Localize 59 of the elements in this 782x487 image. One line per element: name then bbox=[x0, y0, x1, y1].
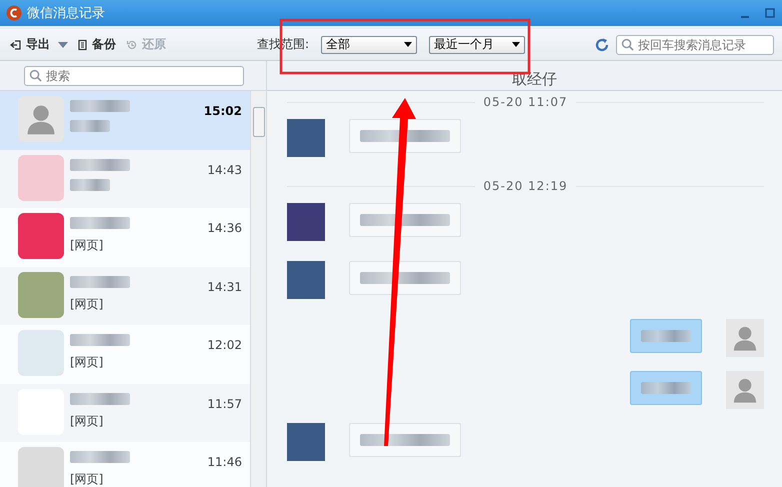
window-title: 微信消息记录 bbox=[27, 5, 105, 22]
contact-time: 15:02 bbox=[204, 103, 242, 118]
message-preview: [网页] bbox=[70, 412, 104, 430]
dropdown-caret-icon[interactable] bbox=[58, 42, 68, 48]
message-bubble bbox=[630, 371, 702, 405]
avatar-image bbox=[18, 330, 64, 376]
caret-icon bbox=[512, 42, 520, 47]
message-bubble bbox=[630, 319, 702, 353]
avatar-image bbox=[287, 261, 325, 299]
blurred-name bbox=[70, 158, 130, 170]
avatar-image bbox=[18, 154, 64, 200]
message-preview: [网页] bbox=[70, 237, 104, 254]
caret-icon bbox=[404, 42, 412, 47]
avatar-image bbox=[18, 213, 64, 259]
backup-button[interactable]: 备份 bbox=[74, 36, 118, 53]
contact-search-field[interactable]: 搜索 bbox=[24, 66, 244, 86]
contact-item[interactable]: [网页] 14:31 bbox=[0, 266, 250, 325]
document-icon bbox=[76, 38, 88, 50]
search-icon bbox=[29, 69, 42, 82]
message-preview: [网页] bbox=[70, 471, 104, 487]
export-button[interactable]: 导出 bbox=[8, 36, 52, 53]
avatar-image bbox=[18, 96, 64, 142]
blurred-name bbox=[70, 451, 130, 463]
blurred-name bbox=[70, 276, 130, 288]
contact-time: 14:36 bbox=[207, 220, 242, 235]
maximize-icon[interactable] bbox=[764, 7, 776, 19]
message-preview: [网页] bbox=[70, 296, 104, 312]
contact-time: 11:57 bbox=[207, 396, 242, 410]
range-select[interactable]: 全部 bbox=[321, 36, 418, 54]
blurred-name bbox=[70, 334, 130, 346]
contact-item[interactable]: [网页] 11:57 bbox=[0, 384, 250, 442]
search-icon bbox=[621, 38, 634, 51]
contact-time: 14:43 bbox=[207, 162, 242, 176]
avatar-image bbox=[726, 319, 764, 357]
contact-item[interactable]: 15:02 bbox=[0, 91, 250, 150]
avatar-image bbox=[18, 272, 64, 318]
message-search-field[interactable]: 按回车搜索消息记录 bbox=[616, 34, 774, 54]
avatar-image bbox=[18, 447, 64, 487]
period-select[interactable]: 最近一个月 bbox=[429, 36, 526, 54]
blurred-name bbox=[70, 217, 130, 229]
blurred-name bbox=[70, 100, 130, 112]
avatar-image bbox=[287, 119, 325, 157]
blurred-preview bbox=[70, 178, 110, 190]
scrollbar[interactable] bbox=[250, 91, 266, 487]
avatar-image bbox=[287, 203, 325, 241]
blurred-preview bbox=[70, 120, 110, 132]
contact-time: 14:31 bbox=[207, 278, 242, 294]
avatar-image bbox=[287, 423, 325, 461]
contact-time: 12:02 bbox=[207, 337, 242, 352]
contact-item[interactable]: 14:43 bbox=[0, 150, 250, 208]
message-preview: [网页] bbox=[70, 354, 104, 371]
avatar-image bbox=[726, 371, 764, 409]
export-icon bbox=[10, 38, 22, 50]
contact-time: 11:46 bbox=[207, 454, 242, 469]
refresh-icon[interactable] bbox=[594, 36, 610, 52]
history-icon bbox=[126, 38, 138, 50]
scrollbar-thumb[interactable] bbox=[252, 107, 264, 137]
app-logo-icon bbox=[6, 5, 22, 21]
blurred-name bbox=[70, 392, 130, 404]
